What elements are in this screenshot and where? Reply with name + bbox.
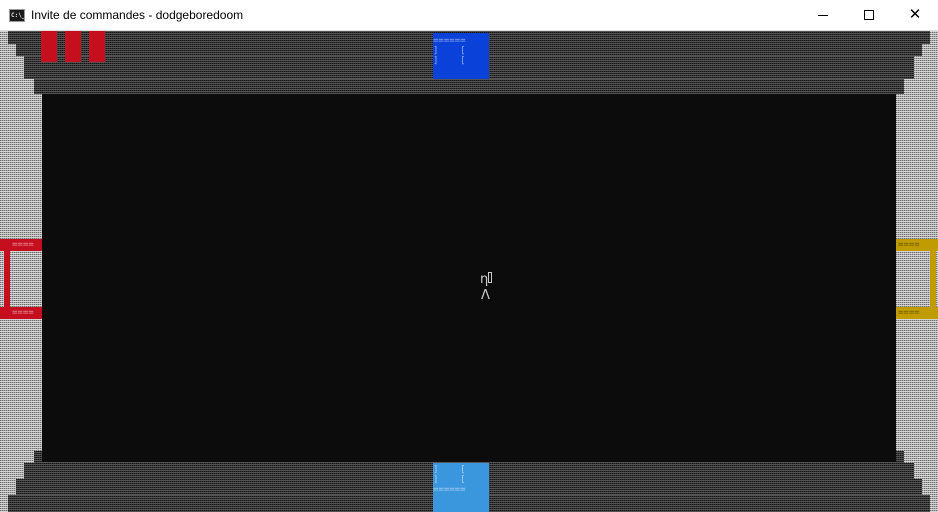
left-door: ==== ====: [0, 239, 42, 319]
bottom-door: ] [ ] [ ======: [433, 463, 489, 512]
bottom-door-frame: ] [ ] [ ======: [433, 465, 466, 495]
life-bar-3: [89, 31, 105, 62]
left-door-post: [4, 251, 10, 307]
player-body: Λ: [481, 288, 490, 303]
console-icon: C:\_: [9, 9, 25, 22]
player-head-glyph: η: [480, 272, 489, 287]
right-door-post: [930, 251, 936, 307]
window-titlebar[interactable]: C:\_ Invite de commandes - dodgeboredoom…: [0, 0, 938, 31]
right-door-top-frame: ====: [898, 240, 920, 250]
arena-floor: [42, 94, 896, 462]
life-bar-2: [65, 31, 81, 62]
player-head: η​: [480, 272, 493, 287]
top-door: ====== ] [ ] [: [433, 33, 489, 79]
maximize-button[interactable]: [846, 0, 892, 30]
console-screen[interactable]: ====== ] [ ] [ ] [ ] [ ====== ==== ==== …: [0, 31, 938, 512]
window-title: Invite de commandes - dodgeboredoom: [31, 8, 244, 22]
right-door: ==== ====: [896, 239, 938, 319]
minimize-button[interactable]: [800, 0, 846, 30]
right-door-top-bar: ====: [896, 239, 938, 251]
player-eye: ​: [488, 272, 493, 283]
minimize-icon: [818, 15, 828, 16]
left-door-bottom-bar: ====: [0, 307, 42, 319]
life-bar-1: [41, 31, 57, 62]
left-door-top-frame: ====: [12, 240, 34, 250]
left-door-top-bar: ====: [0, 239, 42, 251]
close-icon: ✕: [908, 5, 922, 23]
top-door-frame: ====== ] [ ] [: [433, 36, 466, 66]
left-door-bottom-frame: ====: [12, 308, 34, 318]
top-wall-step-3: [34, 79, 904, 94]
right-door-bottom-bar: ====: [896, 307, 938, 319]
maximize-icon: [864, 10, 874, 20]
right-door-bottom-frame: ====: [898, 308, 920, 318]
close-button[interactable]: ✕: [892, 0, 938, 30]
